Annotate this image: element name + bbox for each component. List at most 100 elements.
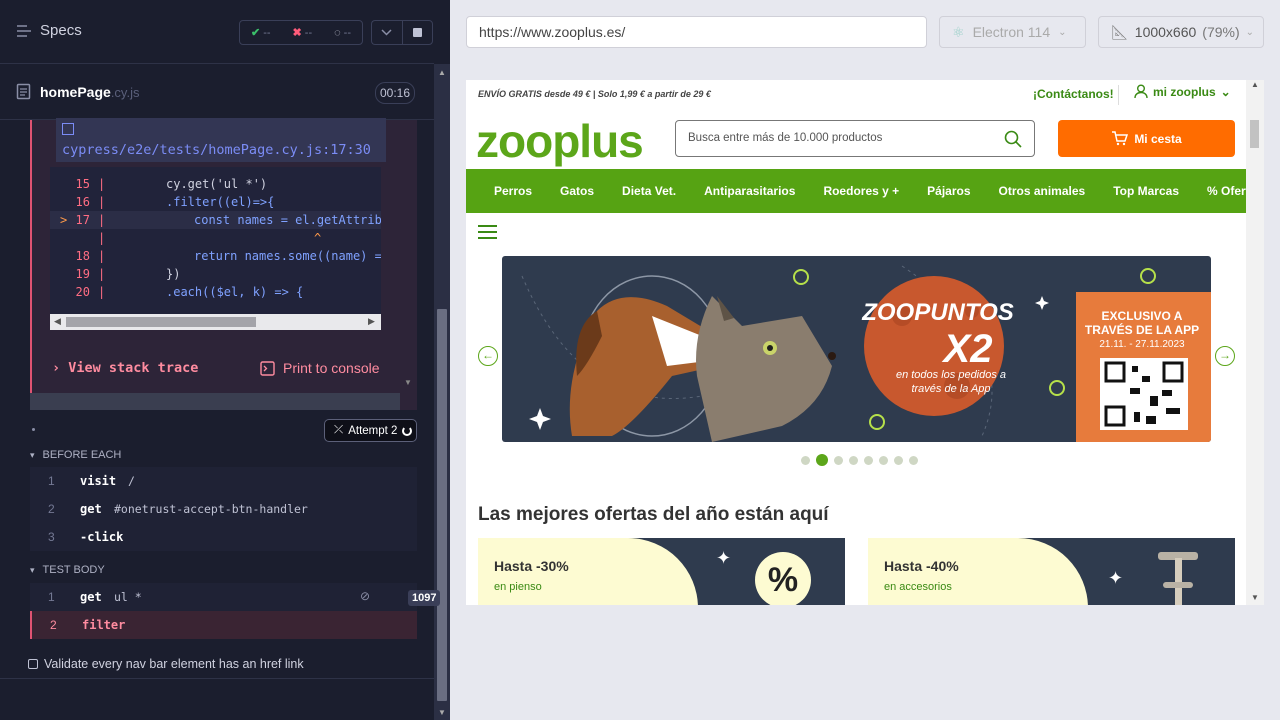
nav-item[interactable]: Top Marcas bbox=[1113, 184, 1179, 198]
chevron-down-icon: ⌄ bbox=[1058, 26, 1067, 38]
check-icon: ✔ bbox=[250, 27, 261, 39]
carousel-dot[interactable] bbox=[864, 455, 873, 465]
chevron-down-icon: ▾ bbox=[30, 564, 35, 575]
cart-icon bbox=[1112, 131, 1129, 146]
viewport-info[interactable]: 📐︎ 1000x660 (79%) ⌄ bbox=[1098, 16, 1264, 48]
contact-link[interactable]: ¡Contáctanos! bbox=[1033, 87, 1114, 101]
page-scrollbar[interactable]: ▲ ▼ bbox=[1246, 80, 1264, 605]
carousel-dot[interactable] bbox=[879, 455, 888, 465]
svg-text:través de la App: través de la App bbox=[911, 383, 990, 395]
nav-item[interactable]: Dieta Vet. bbox=[622, 184, 676, 198]
url-bar[interactable]: https://www.zooplus.es/ bbox=[466, 16, 927, 48]
command-row[interactable]: 2 get #onetrust-accept-btn-handler bbox=[30, 495, 417, 523]
svg-text:TRAVÉS DE LA APP: TRAVÉS DE LA APP bbox=[1085, 322, 1199, 337]
code-line: 15 | cy.get('ul *') bbox=[75, 177, 268, 191]
chevron-down-icon: ⌄ bbox=[1245, 26, 1255, 38]
electron-icon: ⚛ bbox=[952, 23, 965, 40]
svg-text:X2: X2 bbox=[942, 327, 993, 371]
browser-selector[interactable]: ⚛ Electron 114 ⌄ bbox=[939, 16, 1086, 48]
carousel-dot-active[interactable] bbox=[816, 454, 828, 466]
nav-item[interactable]: Gatos bbox=[560, 184, 594, 198]
promo-banner[interactable]: ZOOPUNTOS X2 en todos los pedidos a trav… bbox=[502, 256, 1211, 442]
test-body-section[interactable]: ▾ TEST BODY bbox=[30, 564, 105, 576]
print-to-console-button[interactable]: Print to console bbox=[260, 360, 380, 376]
scroll-down-icon[interactable]: ▼ bbox=[438, 708, 446, 717]
error-file-link[interactable]: cypress/e2e/tests/homePage.cy.js:17:30 bbox=[56, 118, 386, 162]
cart-button[interactable]: Mi cesta bbox=[1058, 120, 1235, 157]
command-row[interactable]: 3 -click bbox=[30, 523, 417, 551]
eye-slash-icon: ⊘ bbox=[360, 589, 371, 603]
dot-marker bbox=[32, 428, 35, 431]
code-line-caret: | ^ bbox=[98, 231, 322, 245]
carousel-dot[interactable] bbox=[909, 455, 918, 465]
failed-count: -- bbox=[304, 27, 313, 39]
sparkle-icon: ✦ bbox=[716, 548, 732, 568]
test-title[interactable]: Validate every nav bar element has an hr… bbox=[28, 657, 304, 671]
code-frame-scrollbar[interactable]: ◀ ▶ bbox=[50, 314, 381, 330]
search-icon[interactable] bbox=[1004, 130, 1022, 148]
carousel-prev-button[interactable]: ← bbox=[478, 346, 498, 366]
svg-text:21.11. - 27.11.2023: 21.11. - 27.11.2023 bbox=[1099, 339, 1185, 350]
view-stack-trace-button[interactable]: › View stack trace bbox=[52, 360, 198, 376]
nav-item[interactable]: Antiparasitarios bbox=[704, 184, 795, 198]
pets-illustration: ZOOPUNTOS X2 en todos los pedidos a trav… bbox=[521, 265, 1211, 442]
svg-text:en todos los pedidos a: en todos los pedidos a bbox=[896, 369, 1006, 381]
carousel-dot[interactable] bbox=[849, 455, 858, 465]
scrollbar-thumb[interactable] bbox=[66, 317, 256, 327]
zooplus-logo[interactable]: zooplus bbox=[476, 114, 644, 168]
stop-icon bbox=[413, 28, 422, 37]
document-icon bbox=[16, 83, 31, 100]
collapse-icon: ⤫ bbox=[334, 424, 344, 436]
before-each-hook[interactable]: ▾ BEFORE EACH bbox=[30, 449, 121, 461]
error-panel-hscrollbar[interactable] bbox=[30, 393, 400, 410]
scroll-up-icon[interactable]: ▲ bbox=[438, 68, 446, 77]
attempt-toggle[interactable]: ⤫ Attempt 2 bbox=[324, 419, 417, 442]
svg-text:EXCLUSIVO A: EXCLUSIVO A bbox=[1102, 309, 1183, 323]
terminal-icon bbox=[260, 360, 275, 376]
carousel-dot[interactable] bbox=[834, 455, 843, 465]
specs-label: Specs bbox=[40, 22, 82, 39]
scrollbar-thumb[interactable] bbox=[1250, 120, 1259, 148]
user-icon bbox=[1134, 84, 1148, 99]
nav-item[interactable]: Otros animales bbox=[999, 184, 1086, 198]
svg-text:ZOOPUNTOS: ZOOPUNTOS bbox=[861, 299, 1014, 326]
cat-tree-image bbox=[1158, 552, 1198, 605]
error-panel-scrollbar[interactable]: ▼ bbox=[400, 120, 416, 392]
carousel-dot[interactable] bbox=[894, 455, 903, 465]
command-row[interactable]: 1 visit / bbox=[30, 467, 417, 495]
account-menu[interactable]: mi zooplus ⌄ bbox=[1134, 84, 1231, 99]
nav-item[interactable]: Perros bbox=[494, 184, 532, 198]
code-line: 20 | .each(($el, k) => { bbox=[75, 285, 304, 299]
hamburger-menu-icon[interactable] bbox=[478, 225, 497, 239]
spec-file-name[interactable]: homePage.cy.js bbox=[40, 84, 139, 100]
offer-subtitle: en accesorios bbox=[884, 581, 952, 593]
command-log-scrollbar[interactable]: ▲ ▼ bbox=[434, 64, 450, 720]
offer-card[interactable]: Hasta -40% en accesorios ✦ bbox=[868, 538, 1235, 605]
scrollbar-thumb[interactable] bbox=[437, 309, 447, 701]
run-timer: 00:16 bbox=[375, 82, 415, 104]
code-file-icon bbox=[62, 123, 74, 135]
carousel-dots[interactable] bbox=[801, 454, 918, 466]
shipping-note: ENVÍO GRATIS desde 49 € | Solo 1,99 € a … bbox=[478, 89, 711, 99]
ruler-icon: 📐︎ bbox=[1111, 23, 1129, 40]
divider bbox=[0, 678, 434, 679]
search-input[interactable]: Busca entre más de 10.000 productos bbox=[675, 120, 1035, 157]
command-row[interactable]: 1 get ul * ⊘ 1097 bbox=[30, 583, 441, 611]
command-row-failed[interactable]: 2 filter bbox=[30, 611, 417, 639]
carousel-next-button[interactable]: → bbox=[1215, 346, 1235, 366]
offer-card[interactable]: Hasta -30% en pienso % ✦ bbox=[478, 538, 845, 605]
aut-panel: https://www.zooplus.es/ ⚛ Electron 114 ⌄… bbox=[450, 0, 1280, 720]
main-nav: Perros Gatos Dieta Vet. Antiparasitarios… bbox=[466, 169, 1263, 213]
offer-subtitle: en pienso bbox=[494, 581, 542, 593]
options-dropdown-button[interactable] bbox=[371, 20, 402, 45]
specs-toggle[interactable]: Specs bbox=[16, 22, 82, 39]
stop-button[interactable] bbox=[402, 20, 433, 45]
nav-item[interactable]: Roedores y + bbox=[823, 184, 899, 198]
pending-icon: ◌ bbox=[334, 26, 341, 39]
nav-item[interactable]: Pájaros bbox=[927, 184, 970, 198]
carousel-dot[interactable] bbox=[801, 455, 810, 465]
passed-count: -- bbox=[263, 27, 271, 39]
code-frame: 15 | cy.get('ul *') 16 | .filter((el)=>{ >17… bbox=[50, 167, 381, 314]
divider bbox=[1118, 85, 1119, 105]
element-count-badge: 1097 bbox=[408, 590, 441, 606]
